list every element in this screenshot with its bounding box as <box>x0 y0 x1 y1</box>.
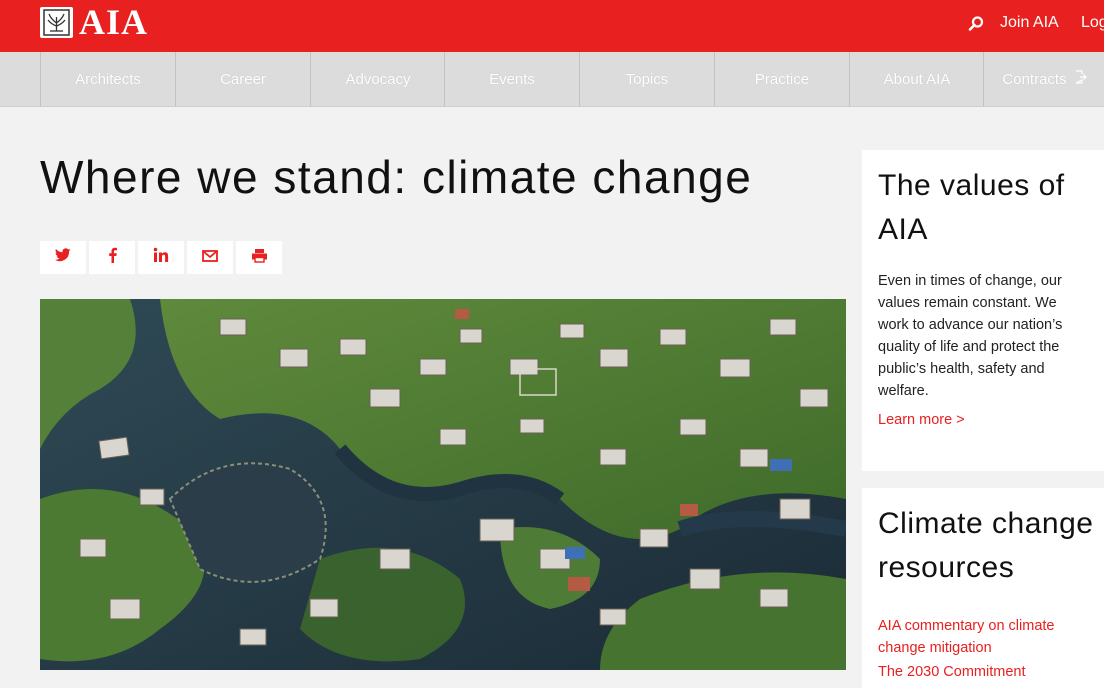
nav-label: About AIA <box>883 70 951 88</box>
nav-item-contracts[interactable]: Contracts <box>983 52 1104 106</box>
aia-emblem-icon <box>40 6 73 38</box>
aia-logo[interactable]: AIA <box>40 2 149 42</box>
nav-label: Events <box>489 70 535 88</box>
nav-item-advocacy[interactable]: Advocacy <box>310 52 445 106</box>
nav-item-about-aia[interactable]: About AIA <box>849 52 984 106</box>
twitter-icon <box>55 248 71 267</box>
login-link[interactable]: Log <box>1081 14 1104 32</box>
nav-item-topics[interactable]: Topics <box>579 52 714 106</box>
learn-more-link[interactable]: Learn more > <box>878 409 965 431</box>
facebook-icon <box>108 247 117 268</box>
nav-label: Architects <box>75 70 141 88</box>
nav-item-practice[interactable]: Practice <box>714 52 849 106</box>
external-link-icon <box>1075 70 1087 88</box>
print-icon <box>251 248 268 268</box>
nav-label: Practice <box>754 70 810 88</box>
nav-item-architects[interactable]: Architects <box>40 52 175 106</box>
nav-label: Topics <box>625 70 669 88</box>
share-twitter-button[interactable] <box>40 241 86 274</box>
top-header-bar: AIA Join AIA Log <box>0 0 1104 52</box>
join-aia-link[interactable]: Join AIA <box>1000 14 1059 32</box>
share-print-button[interactable] <box>236 241 282 274</box>
share-facebook-button[interactable] <box>89 241 135 274</box>
logo-text: AIA <box>79 2 149 42</box>
values-card-body: Even in times of change, our values rema… <box>878 273 1063 399</box>
page-title: Where we stand: climate change <box>40 151 753 203</box>
main-navigation: Architects Career Advocacy Events Topics… <box>0 52 1104 107</box>
share-email-button[interactable] <box>187 241 233 274</box>
linkedin-icon <box>153 247 169 268</box>
email-icon <box>202 249 218 267</box>
nav-label: Career <box>220 70 266 88</box>
share-linkedin-button[interactable] <box>138 241 184 274</box>
nav-label: Advocacy <box>345 70 411 88</box>
resources-card-title: Climate change resources <box>878 507 1094 584</box>
values-card-title: The values of AIA <box>878 169 1065 246</box>
values-card: The values of AIA Even in times of chang… <box>862 150 1104 471</box>
nav-item-career[interactable]: Career <box>175 52 310 106</box>
resource-link-climate-mitigation[interactable]: AIA commentary on climate change mitigat… <box>878 615 1088 659</box>
resource-link-2030-commitment[interactable]: The 2030 Commitment <box>878 661 1088 683</box>
nav-item-events[interactable]: Events <box>444 52 579 106</box>
climate-resources-card: Climate change resources AIA commentary … <box>862 488 1104 688</box>
search-icon[interactable] <box>967 15 985 38</box>
nav-label: Contracts <box>1002 70 1067 88</box>
hero-image <box>40 299 846 670</box>
